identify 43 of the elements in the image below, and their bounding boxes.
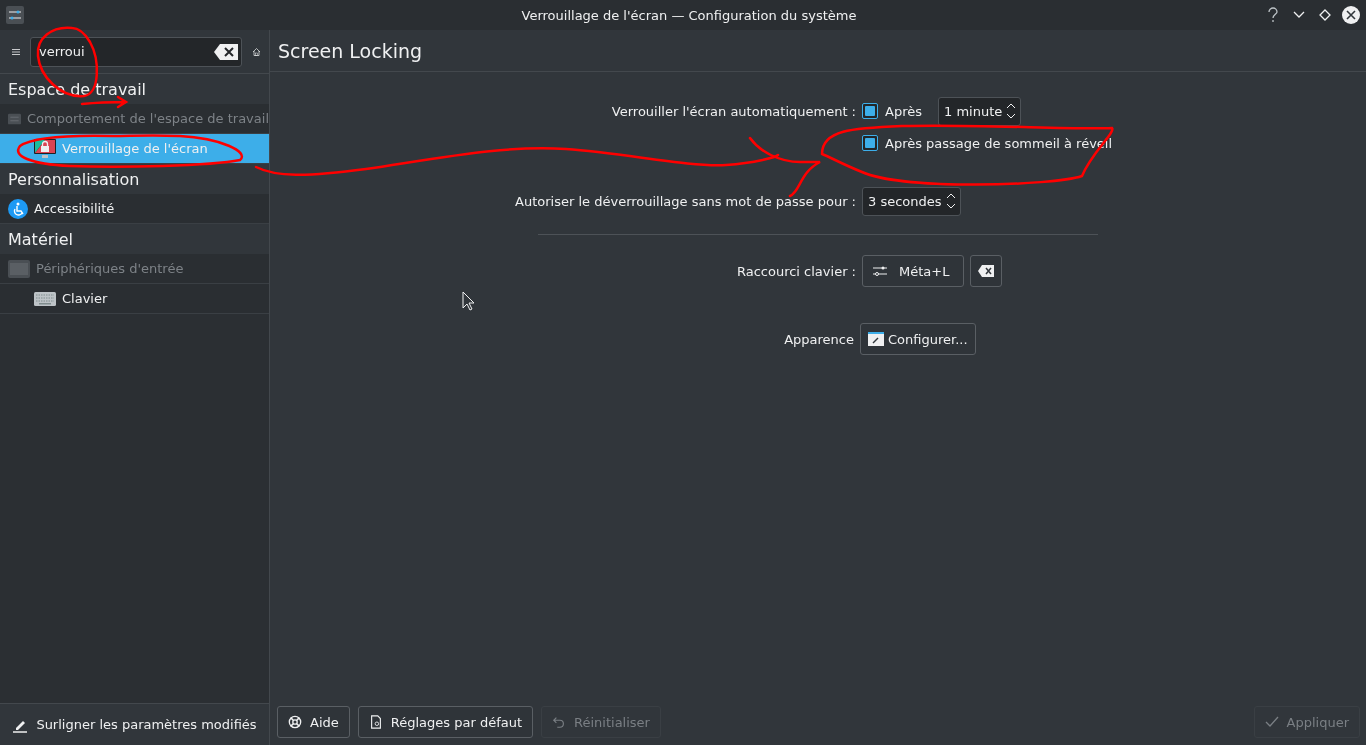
configure-button[interactable]: Configurer... xyxy=(860,323,976,355)
field-label: Apparence xyxy=(783,331,854,347)
field-label: Autoriser le déverrouillage sans mot de passe pour : xyxy=(514,193,856,209)
field-label: Verrouiller l'écran automatiquement : xyxy=(610,103,856,119)
spin-box[interactable]: 3 secondes xyxy=(862,186,961,216)
app-icon xyxy=(6,6,24,24)
sidebar-item-label: Comportement de l'espace de travail xyxy=(27,111,269,126)
keyboard-icon xyxy=(34,291,56,306)
lifebuoy-icon xyxy=(288,715,302,729)
close-icon xyxy=(1346,10,1356,20)
wheelchair-icon xyxy=(8,198,28,219)
shortcut-button[interactable]: Méta+L xyxy=(862,255,965,287)
clear-icon xyxy=(978,265,995,277)
sidebar-item-label: Verrouillage de l'écran xyxy=(62,141,208,156)
window-title: Verrouillage de l'écran — Configuration du système xyxy=(520,7,858,23)
sidebar-item-label: Accessibilité xyxy=(34,201,115,216)
check-icon xyxy=(1264,716,1279,728)
footer-button[interactable]: Réglages par défaut xyxy=(357,706,534,738)
question-mark-icon xyxy=(1267,7,1279,23)
sliders-icon xyxy=(873,265,887,277)
category-heading: Matériel xyxy=(0,224,269,254)
document-icon xyxy=(368,715,383,729)
sidebar-item-label: Périphériques d'entrée xyxy=(36,261,184,276)
clear-icon[interactable] xyxy=(214,43,238,60)
field-label: Raccourci clavier : xyxy=(735,263,856,279)
search-field[interactable]: verroui xyxy=(30,36,242,67)
spin-box[interactable]: 1 minute xyxy=(938,96,1022,126)
spin-arrows-icon xyxy=(1006,102,1017,120)
window-edit-icon xyxy=(868,332,884,346)
close-button[interactable] xyxy=(1342,6,1360,24)
arrow-annotation xyxy=(80,96,128,108)
undo-icon xyxy=(552,715,567,729)
chevron-down-icon xyxy=(1293,11,1305,19)
checkbox[interactable]: Après xyxy=(862,103,922,119)
category-heading: Personnalisation xyxy=(0,164,269,194)
page-title: Screen Locking xyxy=(270,30,1366,72)
device-icon xyxy=(8,259,30,278)
spin-arrows-icon xyxy=(945,192,956,210)
footer-button[interactable]: Aide xyxy=(277,706,350,738)
diamond-icon xyxy=(1319,9,1331,21)
clear-shortcut-button[interactable] xyxy=(970,255,1003,287)
mouse-cursor-icon xyxy=(462,291,476,311)
sidebar-item-label: Clavier xyxy=(62,291,108,306)
